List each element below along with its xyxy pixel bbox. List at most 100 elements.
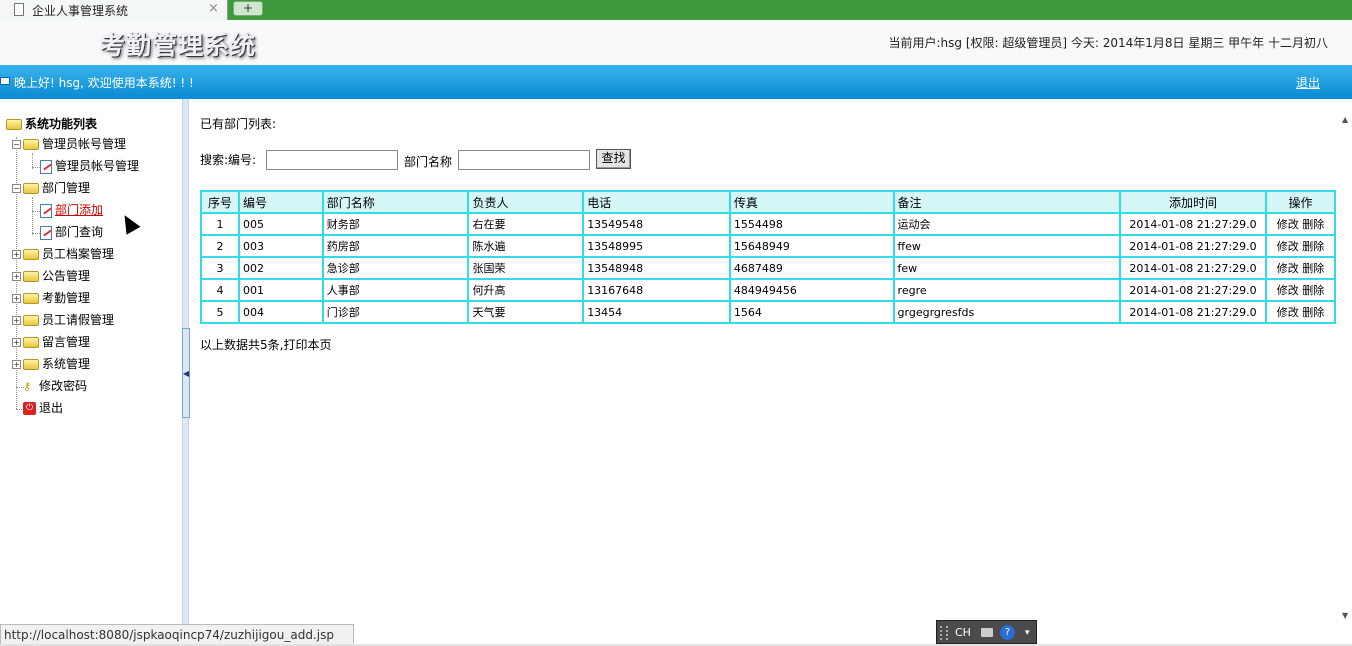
folder-open-icon (23, 183, 39, 194)
expand-icon[interactable]: + (12, 294, 21, 303)
help-icon[interactable]: ? (1000, 625, 1015, 640)
list-title: 已有部门列表: (200, 117, 277, 131)
cell-code: 002 (237, 256, 324, 280)
folder-icon (23, 315, 39, 326)
drag-grip-icon[interactable] (940, 626, 948, 640)
expand-icon[interactable]: + (12, 272, 21, 281)
keyboard-icon[interactable] (981, 628, 993, 637)
column-header: 序号 (200, 190, 240, 214)
tab-close-icon[interactable]: × (208, 1, 219, 16)
sidebar-item-announcements[interactable]: + 公告管理 (12, 266, 90, 286)
column-header: 编号 (237, 190, 324, 214)
document-icon (14, 3, 24, 16)
sidebar-item-exit[interactable]: ⏻ 退出 (23, 398, 63, 418)
sidebar-item-department-add[interactable]: 部门添加 (40, 200, 103, 220)
ime-options-icon[interactable]: ▾ (1025, 621, 1030, 645)
search-row: 搜索:编号: (200, 149, 256, 171)
edit-page-icon (40, 225, 52, 240)
column-header: 部门名称 (321, 190, 470, 214)
delete-link[interactable]: 删除 (1302, 240, 1324, 253)
cell-manager: 右在要 (467, 212, 585, 236)
record-summary: 以上数据共5条,打印本页 (200, 336, 331, 353)
scroll-down-icon[interactable]: ▼ (1342, 611, 1348, 620)
delete-link[interactable]: 删除 (1302, 218, 1324, 231)
scroll-up-icon[interactable]: ▲ (1342, 115, 1348, 124)
delete-link[interactable]: 删除 (1302, 306, 1324, 319)
cell-time: 2014-01-08 21:27:29.0 (1119, 212, 1267, 236)
cell-no: 4 (200, 278, 240, 302)
cell-actions: 修改 删除 (1264, 256, 1337, 280)
sidebar-item-admin-accounts[interactable]: − 管理员帐号管理 (12, 134, 126, 154)
search-id-input[interactable] (266, 150, 398, 170)
sidebar-item-label: 系统管理 (42, 357, 91, 371)
edit-link[interactable]: 修改 (1277, 240, 1299, 253)
collapse-icon[interactable]: − (12, 140, 21, 149)
folder-icon (23, 271, 39, 282)
delete-link[interactable]: 删除 (1302, 262, 1324, 275)
cell-fax: 1554498 (728, 212, 895, 236)
cell-fax: 484949456 (728, 278, 895, 302)
sidebar-item-label: 留言管理 (42, 335, 91, 349)
cell-phone: 13548995 (582, 234, 731, 258)
cell-phone: 13549548 (582, 212, 731, 236)
cell-remark: regre (892, 278, 1122, 302)
folder-open-icon (6, 119, 22, 130)
sidebar-item-leave[interactable]: + 员工请假管理 (12, 310, 114, 330)
cell-code: 001 (237, 278, 324, 302)
sidebar-item-label: 公告管理 (42, 269, 91, 283)
table-header-row: 序号 编号 部门名称 负责人 电话 传真 备注 添加时间 操作 (200, 190, 1337, 214)
ime-language[interactable]: CH (955, 621, 971, 645)
expand-icon[interactable]: + (12, 250, 21, 259)
power-icon: ⏻ (23, 402, 36, 415)
cell-remark: few (892, 256, 1122, 280)
browser-status-bar: http://localhost:8080/jspkaoqincp74/zuzh… (0, 624, 354, 646)
tree-root[interactable]: 系统功能列表 (6, 114, 97, 134)
logout-link[interactable]: 退出 (1296, 74, 1320, 91)
column-header: 操作 (1264, 190, 1337, 214)
vertical-scrollbar[interactable]: ▲ ▼ (1340, 99, 1352, 624)
new-tab-button[interactable]: + (233, 1, 263, 16)
cell-manager: 张国荣 (467, 256, 585, 280)
cell-actions: 修改 删除 (1264, 300, 1337, 324)
edit-link[interactable]: 修改 (1277, 306, 1299, 319)
delete-link[interactable]: 删除 (1302, 284, 1324, 297)
sidebar-item-attendance[interactable]: + 考勤管理 (12, 288, 90, 308)
expand-icon[interactable]: + (12, 338, 21, 347)
print-page-link[interactable]: 打印本页 (283, 338, 331, 352)
sidebar-item-employee-records[interactable]: + 员工档案管理 (12, 244, 114, 264)
ime-toolbar: CH ? ▾ (936, 620, 1037, 644)
cell-phone: 13548948 (582, 256, 731, 280)
browser-tab[interactable]: 企业人事管理系统 × (0, 0, 228, 20)
column-header: 添加时间 (1119, 190, 1267, 214)
cell-fax: 15648949 (728, 234, 895, 258)
sidebar-item-department[interactable]: − 部门管理 (12, 178, 90, 198)
sidebar-item-department-query[interactable]: 部门查询 (40, 222, 103, 242)
browser-tab-bar: 企业人事管理系统 × + (0, 0, 1352, 20)
expand-icon[interactable]: + (12, 360, 21, 369)
sidebar-item-admin-account-manage[interactable]: 管理员帐号管理 (40, 156, 139, 176)
collapse-icon[interactable]: − (12, 184, 21, 193)
cell-code: 004 (237, 300, 324, 324)
browser-tab-title: 企业人事管理系统 (32, 4, 129, 18)
cell-name: 人事部 (321, 278, 470, 302)
sidebar-item-label: 修改密码 (39, 379, 88, 393)
cell-phone: 13454 (582, 300, 731, 324)
main-content: 已有部门列表: 搜索:编号: 部门名称 查找 序号 编号 部门名称 负责人 电话… (190, 99, 1340, 624)
edit-link[interactable]: 修改 (1277, 218, 1299, 231)
sidebar-item-label: 部门管理 (42, 181, 91, 195)
sidebar-item-change-password[interactable]: ⚷ 修改密码 (23, 376, 87, 396)
edit-link[interactable]: 修改 (1277, 262, 1299, 275)
search-name-input[interactable] (458, 150, 590, 170)
cell-phone: 13167648 (582, 278, 731, 302)
sidebar-item-system[interactable]: + 系统管理 (12, 354, 90, 374)
expand-icon[interactable]: + (12, 316, 21, 325)
column-header: 电话 (582, 190, 731, 214)
edit-link[interactable]: 修改 (1277, 284, 1299, 297)
collapse-sidebar-handle[interactable]: ◀ (182, 328, 190, 418)
search-button[interactable]: 查找 (596, 149, 631, 169)
sidebar-item-label: 管理员帐号管理 (55, 159, 140, 173)
message-icon (0, 77, 10, 85)
tree-root-label: 系统功能列表 (25, 117, 98, 131)
sidebar-item-messages[interactable]: + 留言管理 (12, 332, 90, 352)
cell-name: 财务部 (321, 212, 470, 236)
